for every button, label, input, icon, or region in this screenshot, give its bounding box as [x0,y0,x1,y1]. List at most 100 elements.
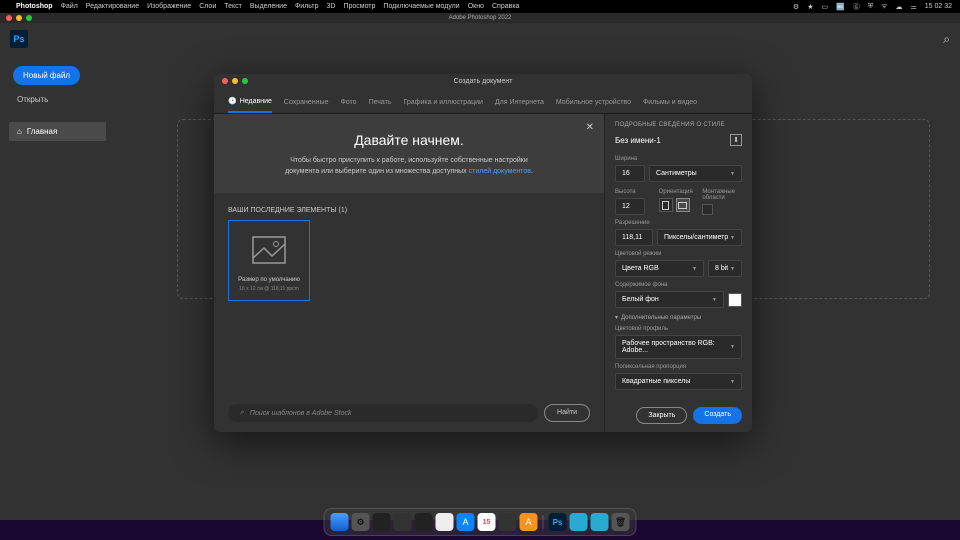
res-label: Разрешение [615,220,742,226]
home-nav-item[interactable]: ⌂ Главная [9,122,106,141]
create-button[interactable]: Создать [693,407,742,424]
dialog-maximize-icon[interactable] [242,78,248,84]
home-label: Главная [27,127,57,136]
res-unit-select[interactable]: Пикселы/сантиметр▼ [657,229,742,246]
menubar-clock[interactable]: 15 02 32 [925,3,952,10]
recent-label: ВАШИ ПОСЛЕДНИЕ ЭЛЕМЕНТЫ (1) [228,207,604,214]
dialog-minimize-icon[interactable] [232,78,238,84]
advanced-toggle[interactable]: ▾Дополнительные параметры [615,314,742,321]
bg-select[interactable]: Белый фон▼ [615,291,724,308]
dialog-titlebar: Создать документ [214,74,752,88]
ps-toolbar: Ps ⌕ [0,23,960,55]
search-icon[interactable]: ⌕ [943,32,950,47]
battery-icon[interactable]: ▭ [821,3,828,11]
cloud-icon[interactable]: ☁ [895,3,902,11]
hero-title: Давайте начнем. [246,132,572,148]
artboards-checkbox[interactable] [702,204,713,215]
tab-mobile[interactable]: Мобильное устройство [556,92,631,113]
orient-portrait-button[interactable] [659,198,673,212]
unit-value: Сантиметры [656,170,697,177]
menu-layers[interactable]: Слои [199,3,216,10]
menu-3d[interactable]: 3D [326,3,335,10]
status-icon[interactable]: ⓖ [853,2,860,12]
dock-folder-icon[interactable] [591,513,609,531]
window-title: Adobe Photoshop 2022 [449,15,512,21]
hero-banner: ✕ Давайте начнем. Чтобы быстро приступит… [214,114,604,193]
dock-app-icon[interactable]: A [520,513,538,531]
pixel-aspect-select[interactable]: Квадратные пикселы▼ [615,373,742,390]
find-button[interactable]: Найти [544,404,590,422]
orient-landscape-button[interactable] [676,198,690,212]
status-icon[interactable]: ⚙ [793,3,799,11]
color-mode-select[interactable]: Цвета RGB▼ [615,260,704,277]
search-icon: ⌕ [240,409,244,417]
shield-icon[interactable]: ⛨ [868,3,873,11]
tab-print[interactable]: Печать [369,92,392,113]
menu-plugins[interactable]: Подключаемые модули [383,3,459,10]
preset-card[interactable]: Размер по умолчанию 16 x 12 см @ 118,11 … [228,220,310,301]
window-close-icon[interactable] [6,15,12,21]
hero-close-icon[interactable]: ✕ [586,122,594,133]
width-input[interactable]: 16 [615,165,645,182]
dock-folder-icon[interactable] [570,513,588,531]
unit-select[interactable]: Сантиметры ▼ [649,165,742,182]
bg-color-swatch[interactable] [728,293,742,307]
menubar-app[interactable]: Photoshop [16,3,53,10]
advanced-label: Дополнительные параметры [621,315,701,321]
window-minimize-icon[interactable] [16,15,22,21]
pixel-value: Квадратные пикселы [622,378,690,385]
home-icon: ⌂ [17,127,22,136]
new-file-button[interactable]: Новый файл [13,66,80,85]
open-link[interactable]: Открыть [17,95,110,104]
chevron-down-icon: ▼ [730,344,735,350]
res-input[interactable]: 118,11 [615,229,653,246]
status-icon[interactable]: ★ [807,3,813,11]
menu-file[interactable]: Файл [61,3,78,10]
tab-art[interactable]: Графика и иллюстрации [404,92,483,113]
dock-calendar-icon[interactable]: 15 [478,513,496,531]
dock-terminal-icon[interactable] [373,513,391,531]
control-center-icon[interactable]: ⚌ [910,3,916,11]
dock-app-icon[interactable] [436,513,454,531]
lang-icon[interactable]: 🔤 [836,3,845,11]
dock-app-icon[interactable] [394,513,412,531]
tab-photo[interactable]: Фото [340,92,356,113]
menu-edit[interactable]: Редактирование [86,3,139,10]
stock-search-input[interactable]: ⌕ Поиск шаблонов в Adobe Stock [228,404,538,422]
dialog-close-icon[interactable] [222,78,228,84]
close-button[interactable]: Закрыть [636,407,687,424]
home-left-panel: Новый файл Открыть ⌂ Главная [0,55,115,520]
save-preset-icon[interactable]: ⬇ [730,134,742,146]
dock-finder-icon[interactable] [331,513,349,531]
dock-trash-icon[interactable]: 🗑 [612,513,630,531]
dock-settings-icon[interactable]: ⚙ [352,513,370,531]
tab-film[interactable]: Фильмы и видео [643,92,697,113]
color-label: Цветовой режим [615,251,742,257]
tab-saved[interactable]: Сохраненные [284,92,329,113]
chevron-down-icon: ▼ [730,171,735,177]
dock-photoshop-icon[interactable]: Ps [549,513,567,531]
wifi-icon[interactable]: ᯤ [881,2,887,11]
tab-web[interactable]: Для Интернета [495,92,544,113]
window-maximize-icon[interactable] [26,15,32,21]
dialog-left-pane: ✕ Давайте начнем. Чтобы быстро приступит… [214,114,604,432]
doc-name-field[interactable]: Без имени-1 [615,136,730,145]
profile-select[interactable]: Рабочее пространство RGB: Adobe...▼ [615,335,742,359]
bit-depth-select[interactable]: 8 bit▼ [708,260,742,277]
tab-recent[interactable]: 🕑Недавние [228,92,272,113]
menu-image[interactable]: Изображение [147,3,191,10]
height-input[interactable]: 12 [615,198,645,215]
menu-filter[interactable]: Фильтр [295,3,319,10]
menu-text[interactable]: Текст [224,3,242,10]
menu-window[interactable]: Окно [468,3,484,10]
dock-separator [543,515,544,529]
menu-select[interactable]: Выделение [250,3,287,10]
ps-logo-icon[interactable]: Ps [10,30,28,48]
macos-menubar: Photoshop Файл Редактирование Изображени… [0,0,960,13]
menu-help[interactable]: Справка [492,3,519,10]
dock-app-icon[interactable] [499,513,517,531]
menu-view[interactable]: Просмотр [343,3,375,10]
hero-link[interactable]: стилей документов [469,168,531,175]
dock-app-icon[interactable] [415,513,433,531]
dock-appstore-icon[interactable]: A [457,513,475,531]
